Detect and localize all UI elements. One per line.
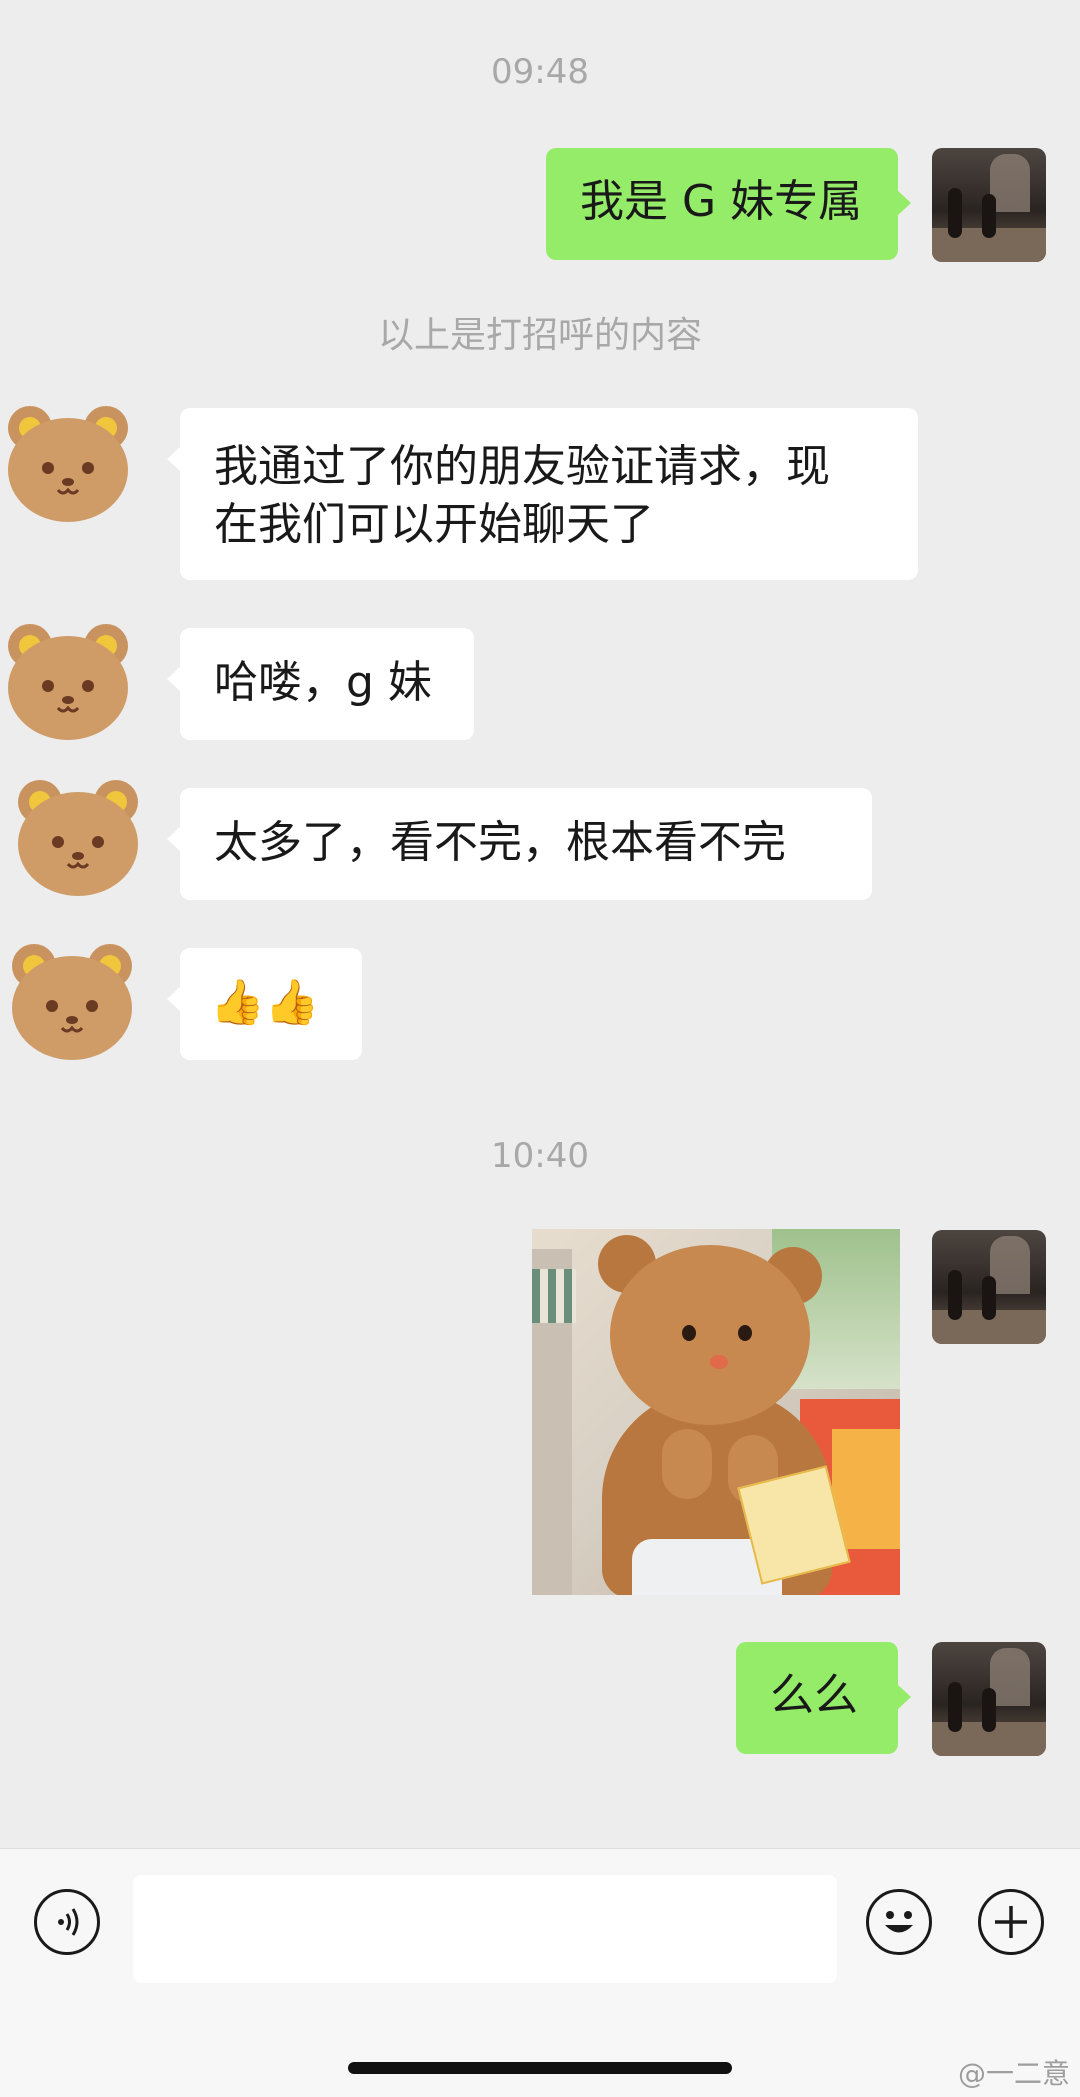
timestamp: 10:40: [491, 1136, 589, 1176]
input-bar: [0, 1848, 1080, 2097]
watermark: @一二意: [957, 2057, 1070, 2090]
bear-avatar[interactable]: [2, 616, 134, 748]
message-line: 我通过了你的朋友验证请求，现: [214, 441, 830, 492]
message-line: 在我们可以开始聊天了: [214, 499, 654, 550]
message-bubble-other[interactable]: 哈喽，g 妹: [167, 628, 474, 740]
message-bubble-other[interactable]: 我通过了你的朋友验证请求，现 在我们可以开始聊天了: [167, 408, 918, 580]
home-indicator[interactable]: [348, 2062, 732, 2074]
self-avatar[interactable]: [932, 1230, 1046, 1344]
sent-photo[interactable]: [532, 1229, 900, 1595]
message-bubble-other[interactable]: 👍👍: [167, 948, 362, 1060]
chat-screen: 09:48 我是 G 妹专属 以上是打招呼的内容 我通过了你的朋友验证请求，现 …: [0, 0, 1080, 2097]
self-avatar[interactable]: [932, 148, 1046, 262]
message-input[interactable]: [133, 1875, 837, 1983]
emoji-icon: [885, 1911, 913, 1933]
bear-avatar[interactable]: [12, 772, 144, 904]
timestamp: 09:48: [491, 52, 589, 92]
message-bubble-other[interactable]: 太多了，看不完，根本看不完: [167, 788, 872, 900]
message-bubble-self[interactable]: 么么: [736, 1642, 911, 1754]
self-avatar[interactable]: [932, 1642, 1046, 1756]
voice-icon: [58, 1908, 79, 1936]
emoji-button[interactable]: [866, 1889, 932, 1955]
add-button[interactable]: [978, 1889, 1044, 1955]
bear-avatar[interactable]: [6, 936, 138, 1068]
system-note: 以上是打招呼的内容: [377, 315, 702, 356]
plus-icon: [995, 1906, 1027, 1938]
voice-button[interactable]: [34, 1889, 100, 1955]
message-bubble-self[interactable]: 我是 G 妹专属: [546, 148, 911, 260]
bear-avatar[interactable]: [2, 398, 134, 530]
